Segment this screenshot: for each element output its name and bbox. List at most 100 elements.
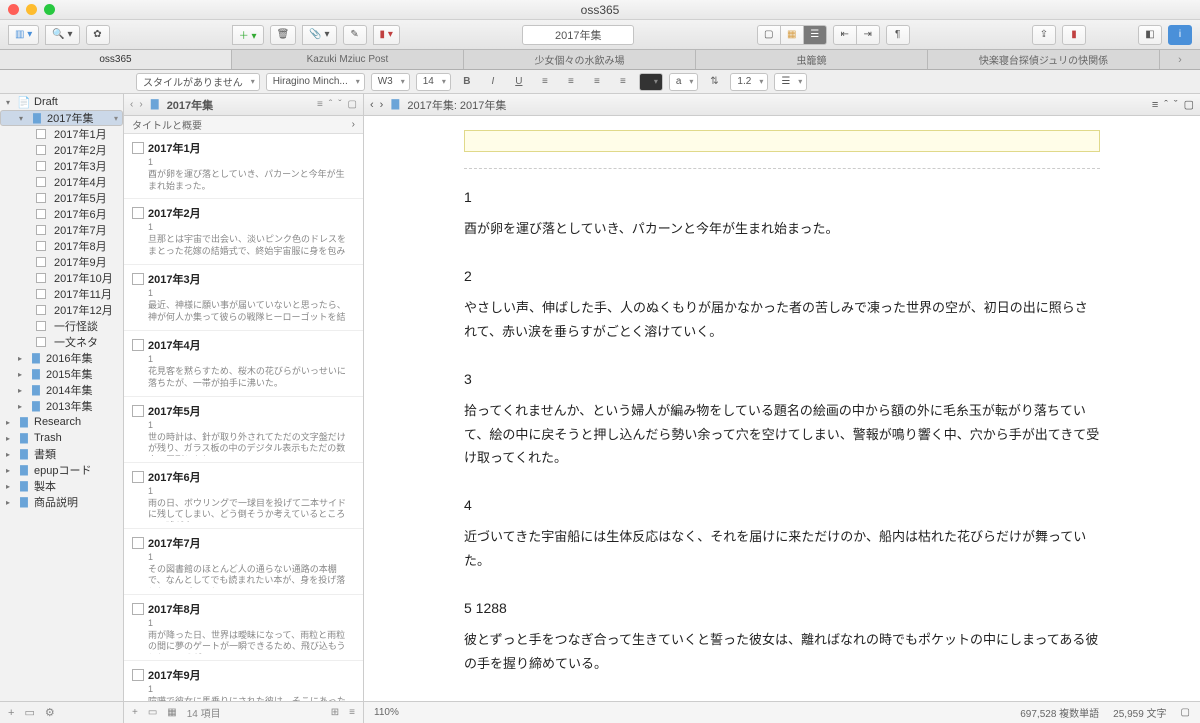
binder-year-1[interactable]: ▸▇2015年集: [0, 366, 123, 382]
binder-month-4[interactable]: 2017年5月: [0, 190, 123, 206]
outline-item-5[interactable]: 2017年6月1雨の日、ボウリングで一球目を投げて二本サイドに残してしまい、どう…: [124, 463, 363, 529]
outline-item-4[interactable]: 2017年5月1世の時計は、針が取り外されてただの文字盤だけが残り、ガラス板の中…: [124, 397, 363, 463]
ed-nav-fwd[interactable]: ›: [380, 99, 384, 111]
close-window[interactable]: [8, 4, 19, 15]
list-select[interactable]: ☰: [774, 73, 807, 91]
outline-up[interactable]: ˆ: [329, 99, 332, 110]
minimize-window[interactable]: [26, 4, 37, 15]
outline-menu[interactable]: ≡: [317, 99, 323, 110]
binder-month-11[interactable]: 2017年12月: [0, 302, 123, 318]
binder-folder-3[interactable]: ▸▇epupコード: [0, 462, 123, 478]
ed-down[interactable]: ˇ: [1174, 99, 1178, 111]
outline-view1[interactable]: ⊞: [331, 707, 339, 718]
italic-button[interactable]: I: [483, 73, 503, 91]
highlight-select[interactable]: a: [669, 73, 699, 91]
add-button[interactable]: ＋ ▾: [232, 25, 264, 45]
info-button[interactable]: i: [1168, 25, 1192, 45]
binder-add[interactable]: +: [8, 707, 14, 719]
size-select[interactable]: 14: [416, 73, 451, 91]
binder-month-8[interactable]: 2017年9月: [0, 254, 123, 270]
bookmark-button[interactable]: ▮: [1062, 25, 1086, 45]
binder-year-2[interactable]: ▸▇2014年集: [0, 382, 123, 398]
binder-month-3[interactable]: 2017年4月: [0, 174, 123, 190]
binder-folder-2[interactable]: ▸▇書類: [0, 446, 123, 462]
binder-month-0[interactable]: 2017年1月: [0, 126, 123, 142]
binder-folder-0[interactable]: ▸▇Research: [0, 414, 123, 430]
binder-folder-5[interactable]: ▸▇商品説明: [0, 494, 123, 510]
style-select[interactable]: スタイルがありません: [136, 73, 260, 91]
inspector-toggle[interactable]: ◧: [1138, 25, 1162, 45]
binder-extra-1[interactable]: 一文ネタ: [0, 334, 123, 350]
find-bar[interactable]: [464, 130, 1100, 152]
ed-nav-back[interactable]: ‹: [370, 99, 374, 111]
target-icon[interactable]: ▢: [1181, 707, 1190, 718]
binder-year-3[interactable]: ▸▇2013年集: [0, 398, 123, 414]
ed-up[interactable]: ˆ: [1164, 99, 1168, 111]
format-panel[interactable]: ¶: [886, 25, 910, 45]
tab-2[interactable]: 少女個々の水飲み場: [464, 50, 696, 69]
binder-month-10[interactable]: 2017年11月: [0, 286, 123, 302]
tab-3[interactable]: 虫籠鏡: [696, 50, 928, 69]
outline-add[interactable]: +: [132, 707, 138, 718]
binder-month-5[interactable]: 2017年6月: [0, 206, 123, 222]
zoom-level[interactable]: 110%: [374, 707, 399, 718]
linespacing-select[interactable]: 1.2: [730, 73, 768, 91]
outline-item-2[interactable]: 2017年3月1最近、神様に願い事が届いていないと思ったら、神が何人か集って彼ら…: [124, 265, 363, 331]
nav-fwd[interactable]: ›: [139, 99, 142, 110]
align-left[interactable]: ≡: [535, 73, 555, 91]
trash-button[interactable]: 🗑: [270, 25, 297, 45]
binder-month-9[interactable]: 2017年10月: [0, 270, 123, 286]
outline-item-6[interactable]: 2017年7月1その図書館のほとんど人の通らない通路の本棚で、なんとしてでも読ま…: [124, 529, 363, 595]
compose-button[interactable]: ✎: [343, 25, 367, 45]
align-right[interactable]: ≡: [587, 73, 607, 91]
outline-grid[interactable]: ▦: [167, 707, 176, 718]
tab-1[interactable]: Kazuki Mziuc Post: [232, 50, 464, 69]
layout-cork[interactable]: ▦: [780, 25, 804, 45]
outline-view2[interactable]: ≡: [349, 707, 355, 718]
outline-item-8[interactable]: 2017年9月1喧嘩で彼女に馬乗りにされた彼は、そこにあったたい焼きを口に押し込…: [124, 661, 363, 701]
binder-2017[interactable]: ▾▇2017年集: [0, 110, 123, 126]
search-button[interactable]: 🔍 ▾: [45, 25, 79, 45]
binder-month-2[interactable]: 2017年3月: [0, 158, 123, 174]
attach-button[interactable]: 📎 ▾: [302, 25, 336, 45]
editor-body[interactable]: 1酉が卵を運び落としていき、パカーンと今年が生まれ始まった。2やさしい声、伸ばし…: [364, 116, 1200, 701]
layout-outline[interactable]: ☰: [803, 25, 827, 45]
binder-extra-0[interactable]: 一行怪談: [0, 318, 123, 334]
outline-down[interactable]: ˇ: [338, 99, 341, 110]
binder-draft[interactable]: ▾📄Draft: [0, 94, 123, 110]
tab-4[interactable]: 快楽寝台探偵ジュリの快関係: [928, 50, 1160, 69]
underline-button[interactable]: U: [509, 73, 529, 91]
outline-item-7[interactable]: 2017年8月1雨が降った日、世界は曖昧になって、雨粒と雨粒の間に夢のゲートが一…: [124, 595, 363, 661]
ed-menu[interactable]: ≡: [1152, 99, 1158, 111]
binder-organize[interactable]: ▭: [24, 706, 34, 719]
zoom-window[interactable]: [44, 4, 55, 15]
nav-next[interactable]: ⇥: [856, 25, 880, 45]
document-title[interactable]: 2017年集: [522, 25, 634, 45]
align-justify[interactable]: ≡: [613, 73, 633, 91]
outline-expand[interactable]: ▢: [348, 99, 357, 110]
label-button[interactable]: ▮ ▾: [373, 25, 400, 45]
nav-back[interactable]: ‹: [130, 99, 133, 110]
binder-month-1[interactable]: 2017年2月: [0, 142, 123, 158]
settings-button[interactable]: ✿: [86, 25, 110, 45]
bold-button[interactable]: B: [457, 73, 477, 91]
weight-select[interactable]: W3: [371, 73, 410, 91]
ed-expand[interactable]: ▢: [1184, 98, 1194, 111]
font-select[interactable]: Hiragino Minch...: [266, 73, 365, 91]
layout-single[interactable]: ▢: [757, 25, 781, 45]
nav-prev[interactable]: ⇤: [833, 25, 857, 45]
outline-item-3[interactable]: 2017年4月1花見客を黙らすため、桜木の花びらがいっせいに落ちたが、一帯が拍手…: [124, 331, 363, 396]
color-select[interactable]: [639, 73, 663, 91]
binder-month-6[interactable]: 2017年7月: [0, 222, 123, 238]
outline-dup[interactable]: ▭: [148, 707, 157, 718]
binder-folder-4[interactable]: ▸▇製本: [0, 478, 123, 494]
share-button[interactable]: ⇪: [1032, 25, 1056, 45]
binder-year-0[interactable]: ▸▇2016年集: [0, 350, 123, 366]
align-center[interactable]: ≡: [561, 73, 581, 91]
tab-0[interactable]: oss365: [0, 50, 232, 69]
view-mode-button[interactable]: ▥ ▾: [8, 25, 39, 45]
outline-item-1[interactable]: 2017年2月1旦那とは宇宙で出会い、淡いピンク色のドレスをまとった花嫁の結婚式…: [124, 199, 363, 265]
outline-item-0[interactable]: 2017年1月1酉が卵を運び落としていき、パカーンと今年が生まれ始まった。: [124, 134, 363, 199]
editor-crumb[interactable]: 2017年集: 2017年集: [407, 97, 506, 113]
binder-month-7[interactable]: 2017年8月: [0, 238, 123, 254]
